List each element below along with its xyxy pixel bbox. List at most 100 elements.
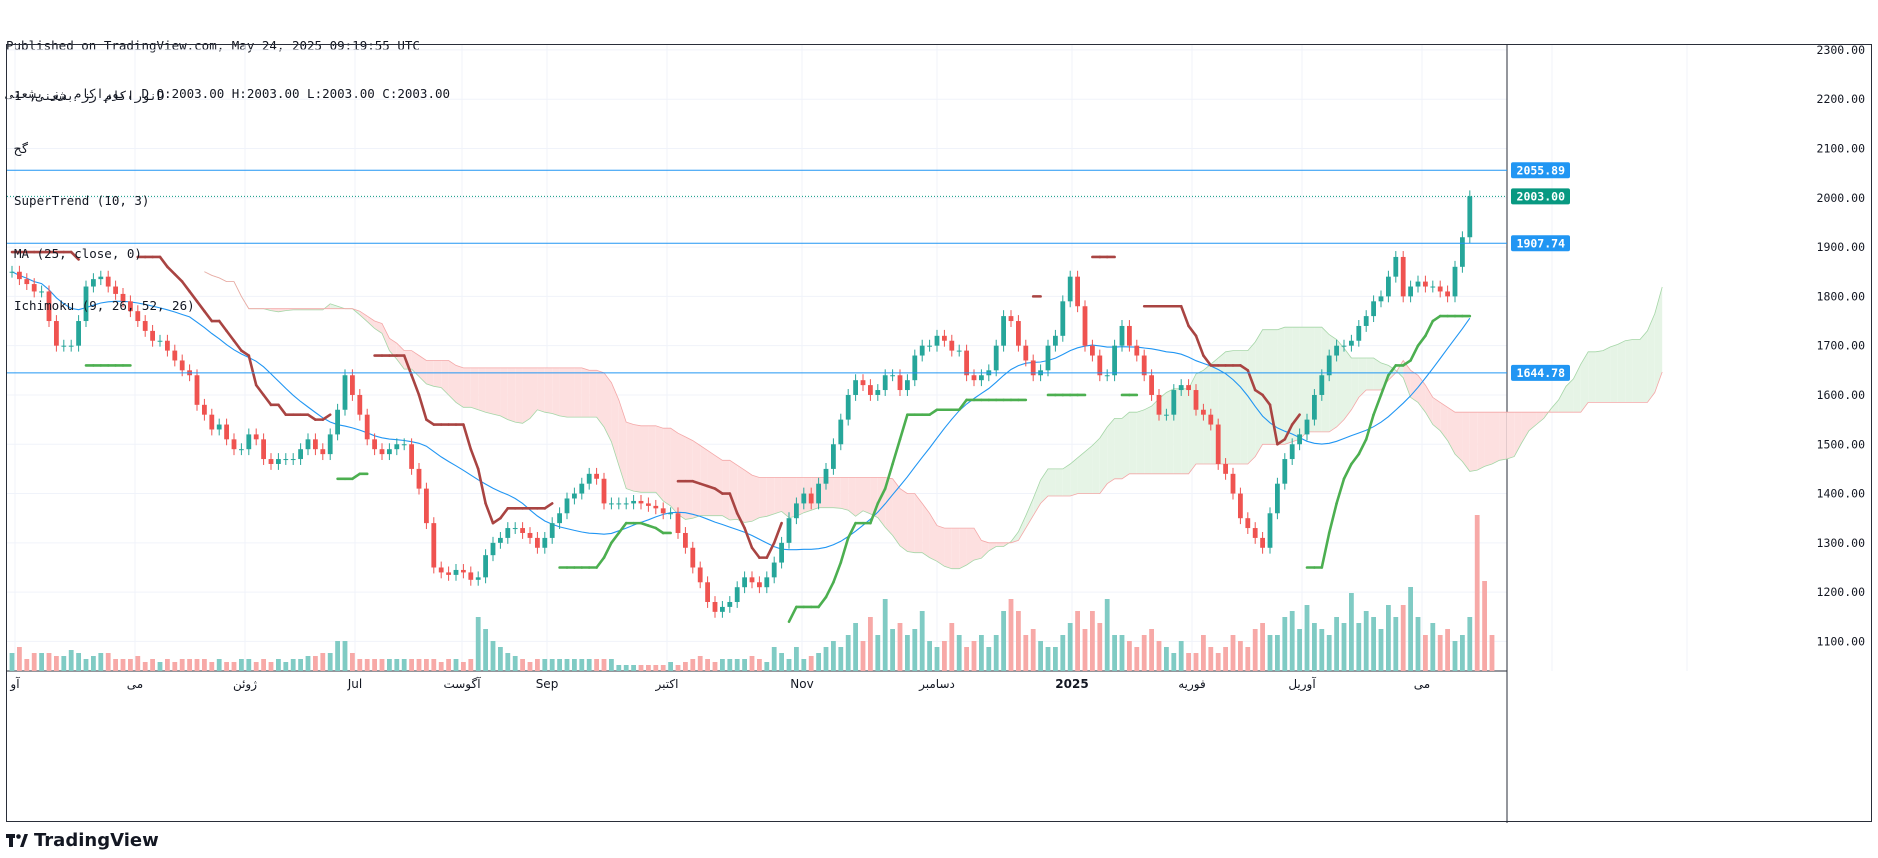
candle bbox=[1282, 453, 1288, 490]
candle-body bbox=[586, 473, 592, 484]
cloud-segment bbox=[441, 360, 449, 395]
volume-bar bbox=[1053, 647, 1058, 671]
candle bbox=[490, 536, 496, 562]
candle bbox=[964, 344, 969, 382]
volume-bar bbox=[520, 659, 525, 671]
volume-bar bbox=[1090, 611, 1095, 671]
candle-body bbox=[1437, 286, 1443, 292]
volume-bar bbox=[964, 647, 969, 671]
volume-bar bbox=[1186, 653, 1191, 671]
candle-body bbox=[1430, 286, 1436, 288]
volume-bar bbox=[1356, 623, 1362, 671]
volume-bar bbox=[1341, 623, 1347, 671]
cloud-segment bbox=[855, 477, 863, 517]
candle-body bbox=[216, 424, 222, 430]
cloud-segment bbox=[951, 528, 960, 569]
candle-body bbox=[1260, 537, 1265, 548]
volume-bar bbox=[631, 665, 636, 671]
cloud-segment bbox=[618, 399, 627, 489]
candle-body bbox=[1467, 196, 1473, 238]
candle bbox=[1053, 329, 1058, 352]
volume-bar bbox=[113, 659, 118, 671]
candle bbox=[364, 408, 370, 446]
cloud-segment bbox=[1055, 468, 1063, 497]
legend-ma[interactable]: MA (25, close, 0) bbox=[14, 245, 195, 263]
supertrend-segment bbox=[1335, 477, 1346, 505]
volume-bar bbox=[860, 641, 866, 671]
cloud-segment bbox=[715, 455, 723, 516]
candle-body bbox=[831, 444, 836, 469]
candle bbox=[290, 453, 296, 465]
candle bbox=[342, 369, 348, 416]
candle-body bbox=[690, 547, 696, 568]
legend-ichimoku[interactable]: Ichimoku (9, 26, 52, 26) bbox=[14, 297, 195, 315]
candle bbox=[742, 571, 747, 594]
volume-bar bbox=[564, 659, 570, 671]
volume-bar bbox=[586, 659, 592, 671]
candle-body bbox=[298, 449, 303, 460]
chart-frame[interactable]: 1100.00 1200.00 1300.00 1400.00 1500.00 1600.… bbox=[6, 44, 1873, 823]
supertrend-segment bbox=[787, 605, 798, 624]
volume-bar bbox=[1393, 617, 1399, 671]
price-chart[interactable]: 1100.00 1200.00 1300.00 1400.00 1500.00 1600.… bbox=[7, 45, 1873, 823]
volume-bar bbox=[794, 647, 799, 671]
candle bbox=[549, 517, 555, 544]
candle-body bbox=[1245, 518, 1251, 529]
candle-body bbox=[1141, 355, 1147, 376]
volume-bar bbox=[150, 659, 155, 671]
legend-supertrend[interactable]: SuperTrend (10, 3) bbox=[14, 192, 195, 210]
candle-body bbox=[786, 518, 792, 543]
candle-body bbox=[1023, 345, 1029, 361]
candle bbox=[1245, 512, 1251, 534]
supertrend-segment bbox=[1350, 452, 1361, 466]
candle bbox=[394, 438, 400, 456]
volume-bar bbox=[98, 653, 104, 671]
candle bbox=[224, 418, 229, 446]
volume-bar bbox=[483, 629, 488, 671]
volume-bar bbox=[875, 635, 881, 671]
candle bbox=[1008, 310, 1014, 327]
candle-body bbox=[964, 350, 969, 376]
candle bbox=[919, 339, 925, 362]
cloud-segment bbox=[515, 367, 523, 424]
candle-body bbox=[431, 523, 437, 568]
candle-body bbox=[1282, 459, 1288, 484]
supertrend-segment bbox=[1320, 531, 1331, 569]
volume-bar bbox=[364, 659, 370, 671]
candle-body bbox=[683, 532, 688, 548]
volume-bar bbox=[1038, 641, 1043, 671]
candle-body bbox=[816, 483, 821, 504]
volume-bar bbox=[816, 653, 821, 671]
volume-bar bbox=[1349, 593, 1354, 671]
volume-bar bbox=[1075, 611, 1080, 671]
candle bbox=[298, 443, 303, 465]
candle bbox=[468, 566, 474, 586]
candle-body bbox=[705, 582, 710, 602]
candle-body bbox=[564, 498, 570, 514]
candle-body bbox=[1378, 296, 1384, 302]
volume-bar bbox=[431, 659, 437, 671]
cloud-segment bbox=[1366, 358, 1374, 391]
candle-body bbox=[868, 385, 873, 395]
cloud-segment bbox=[1373, 358, 1381, 391]
cloud-segment bbox=[493, 367, 501, 416]
candle bbox=[209, 408, 215, 436]
candle bbox=[927, 339, 932, 352]
supertrend-segment bbox=[654, 526, 665, 535]
supertrend-segment bbox=[491, 516, 502, 525]
legend-exchange: گح bbox=[14, 140, 30, 156]
candle-body bbox=[1452, 266, 1458, 297]
candle-body bbox=[1016, 321, 1021, 346]
cloud-segment bbox=[692, 440, 701, 519]
candle bbox=[1215, 418, 1221, 470]
candle-body bbox=[697, 567, 703, 583]
volume-bar bbox=[17, 647, 22, 671]
candle-body bbox=[979, 375, 984, 381]
candle-body bbox=[838, 419, 844, 445]
brand-name: TradingView bbox=[34, 829, 159, 851]
volume-bar bbox=[283, 662, 289, 671]
volume-bar bbox=[712, 662, 718, 671]
cloud-segment bbox=[574, 367, 582, 418]
cloud-segment bbox=[863, 477, 871, 514]
cloud-segment bbox=[1225, 350, 1233, 464]
